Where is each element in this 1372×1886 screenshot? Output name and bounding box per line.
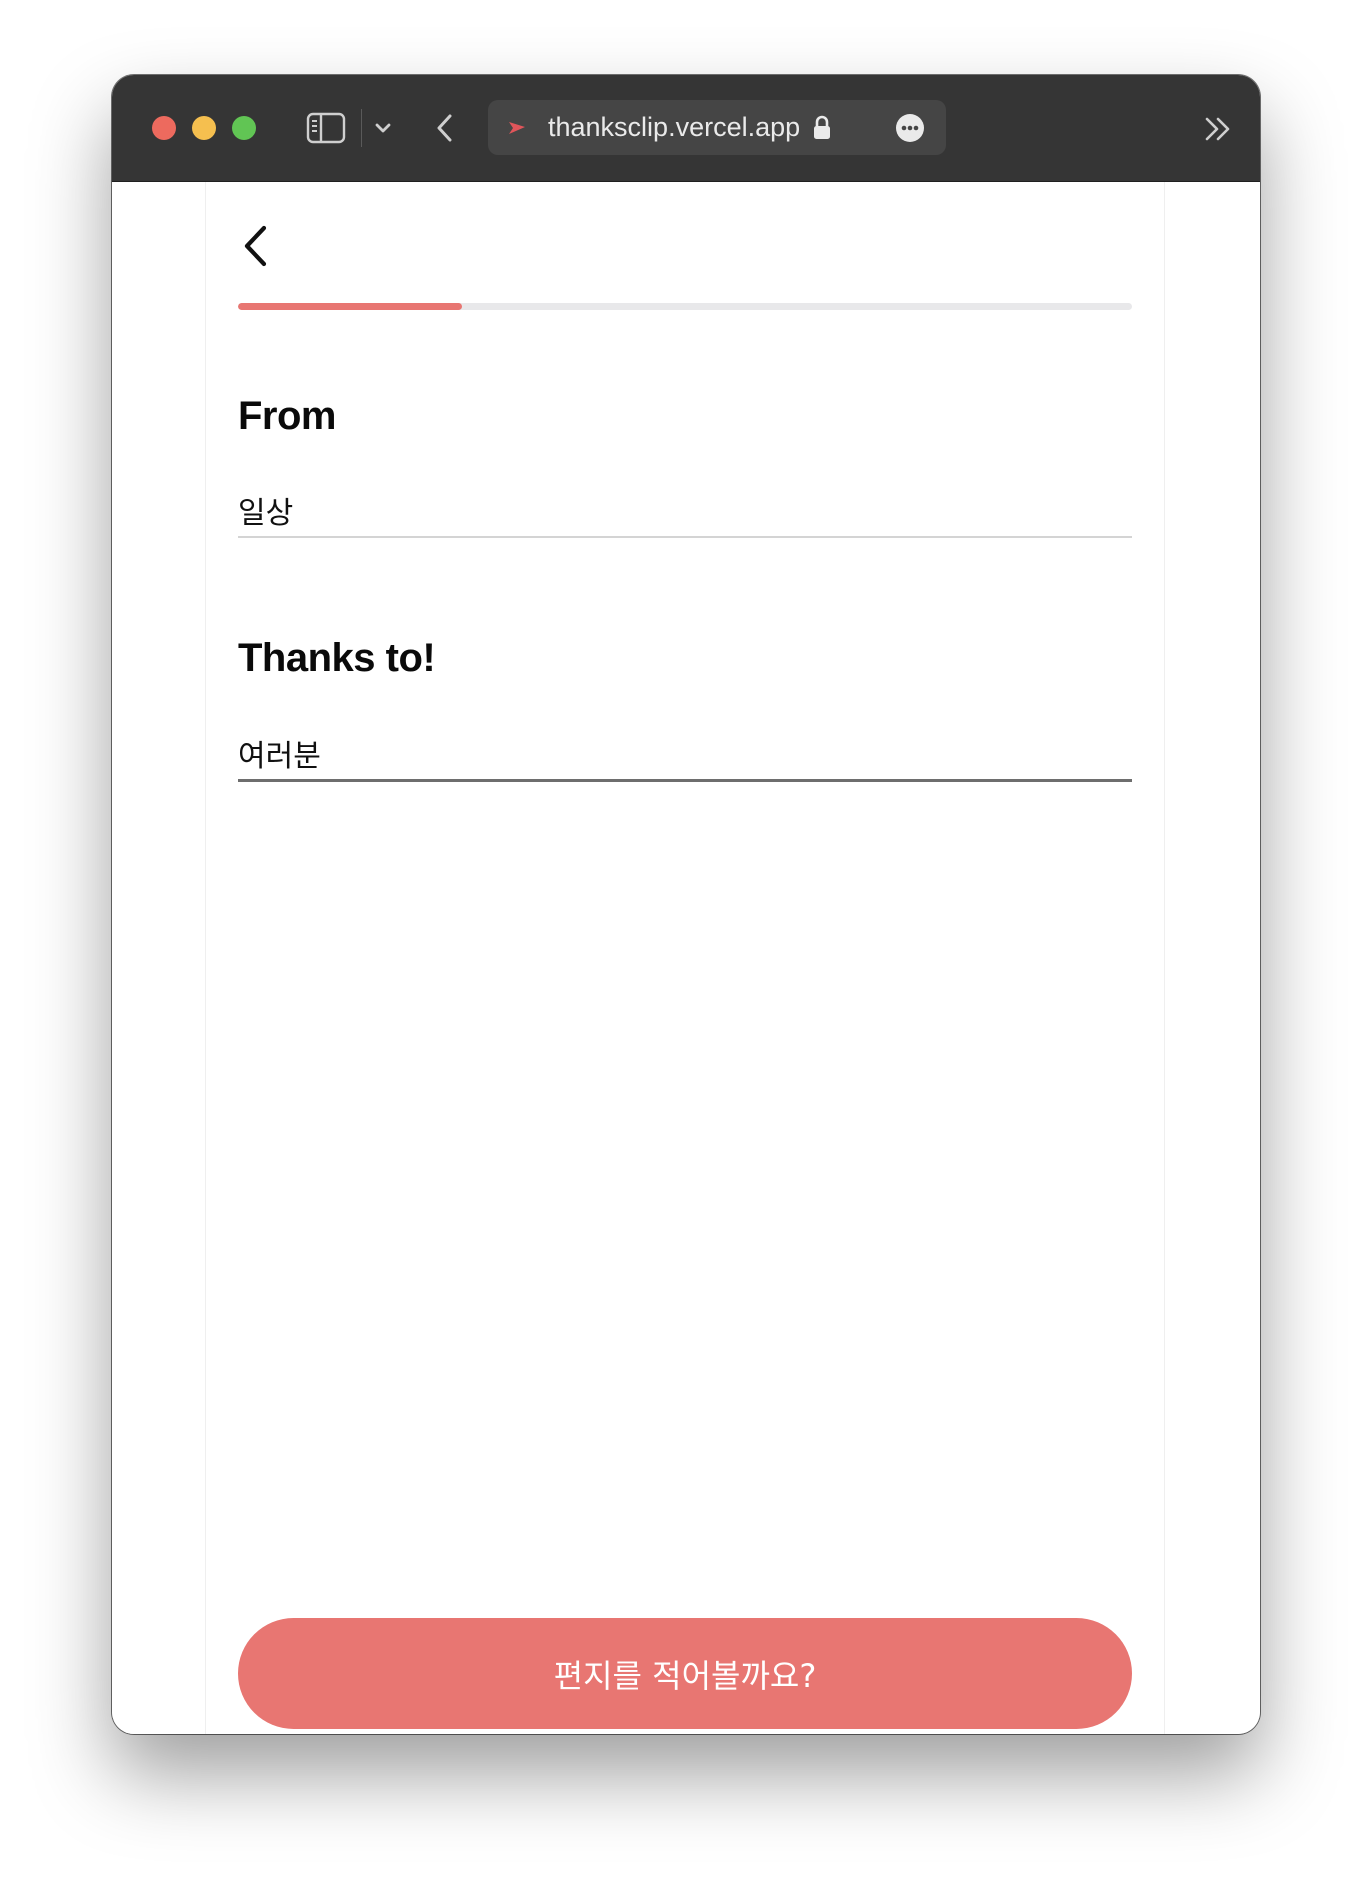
- close-window-button[interactable]: [152, 116, 176, 140]
- back-button[interactable]: [238, 222, 278, 270]
- url-text: thanksclip.vercel.app: [548, 112, 801, 142]
- zoom-window-button[interactable]: [232, 116, 256, 140]
- lock-icon: [811, 115, 833, 141]
- sidebar-icon[interactable]: [306, 111, 346, 145]
- write-letter-button[interactable]: 편지를 적어볼까요?: [238, 1618, 1132, 1729]
- thanks-to-input[interactable]: [238, 727, 1132, 782]
- toolbar-divider: [361, 109, 362, 147]
- chevron-down-icon[interactable]: [368, 113, 398, 143]
- chevron-left-icon: [244, 225, 267, 267]
- from-label: From: [238, 394, 337, 438]
- progress-fill: [238, 303, 462, 310]
- page-content: From Thanks to! 편지를 적어볼까요?: [112, 182, 1260, 1734]
- from-input[interactable]: [238, 484, 1132, 538]
- browser-window: thanksclip.vercel.app From 일상 Thanks to!…: [112, 75, 1260, 1734]
- browser-back-icon[interactable]: [428, 109, 464, 147]
- mobile-frame: [205, 182, 1165, 1734]
- progress-bar: [238, 303, 1132, 310]
- paper-plane-icon: [508, 119, 526, 137]
- ellipsis-circle-icon[interactable]: [894, 112, 926, 144]
- thanks-to-label: Thanks to!: [238, 636, 436, 680]
- browser-toolbar: thanksclip.vercel.app: [112, 75, 1260, 182]
- minimize-window-button[interactable]: [192, 116, 216, 140]
- double-chevron-right-icon[interactable]: [1198, 111, 1238, 147]
- address-bar[interactable]: thanksclip.vercel.app: [488, 100, 946, 155]
